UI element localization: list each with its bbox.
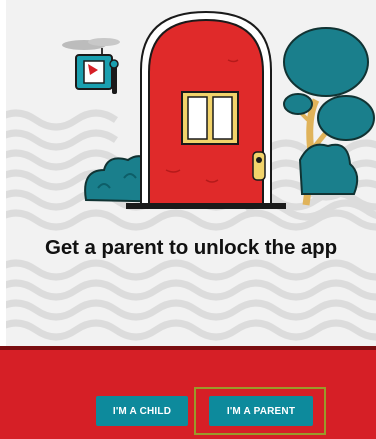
lock-screen-backdrop — [6, 0, 376, 346]
bottom-action-bar: I'M A CHILD I'M A PARENT — [0, 346, 376, 439]
parent-button-highlight: I'M A PARENT — [194, 387, 326, 435]
tree-icon — [283, 27, 375, 206]
door — [126, 10, 286, 209]
unlock-message: Get a parent to unlock the app — [44, 236, 337, 259]
drone-icon — [62, 38, 120, 94]
red-door-illustration — [62, 10, 375, 209]
child-button[interactable]: I'M A CHILD — [96, 396, 188, 426]
parent-button[interactable]: I'M A PARENT — [209, 396, 313, 426]
